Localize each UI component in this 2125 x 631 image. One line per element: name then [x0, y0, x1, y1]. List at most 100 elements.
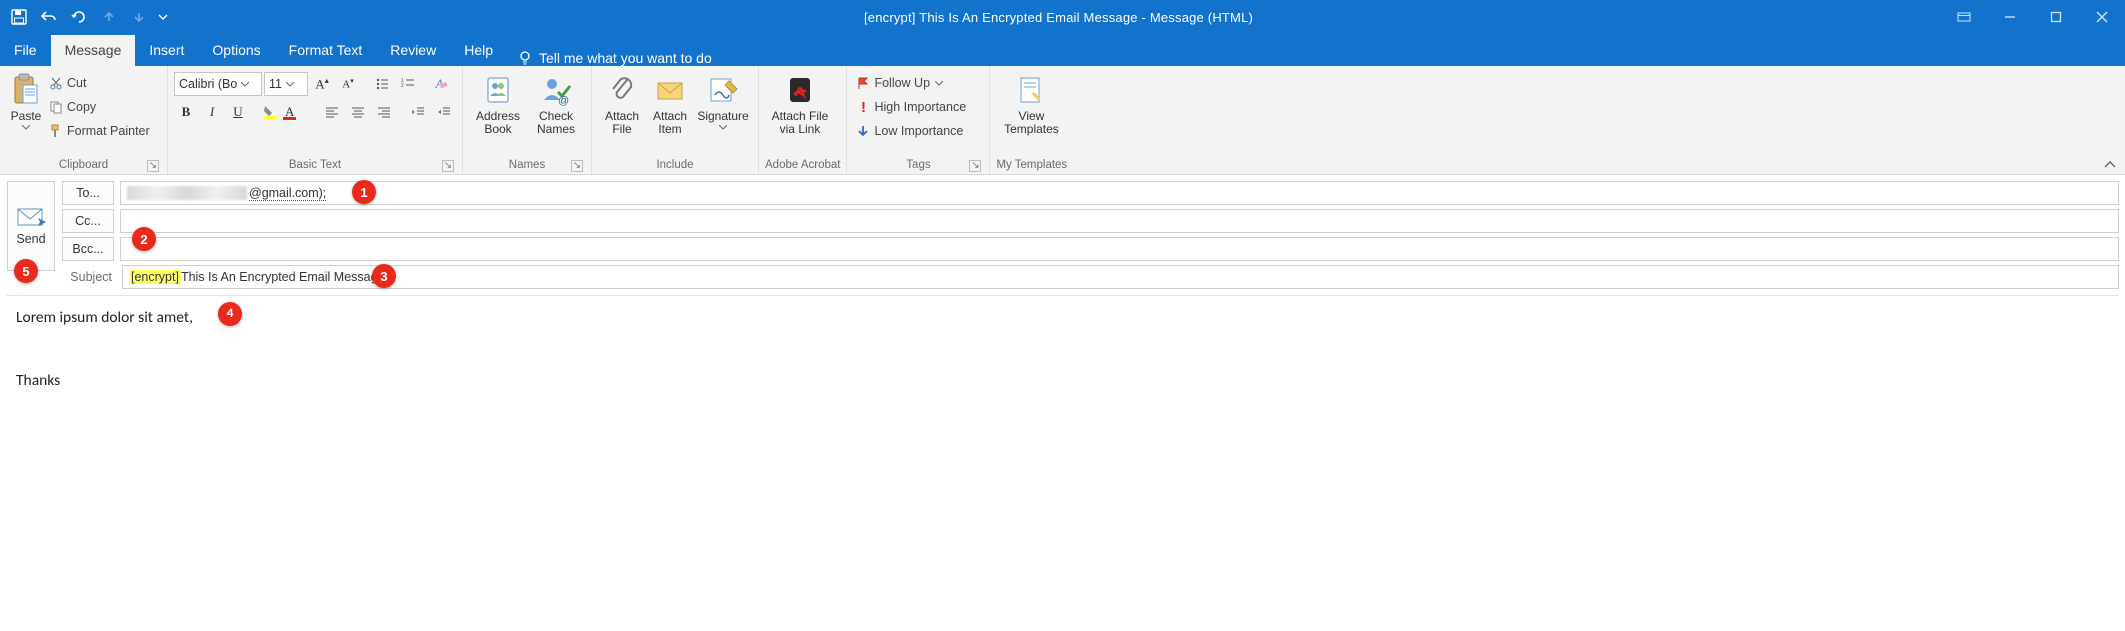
redo-icon[interactable]	[66, 4, 92, 30]
body-line: Thanks	[16, 371, 2109, 392]
tab-insert[interactable]: Insert	[135, 35, 198, 66]
next-item-icon	[126, 4, 152, 30]
send-button[interactable]: Send	[7, 181, 55, 271]
subject-field[interactable]: [encrypt] This Is An Encrypted Email Mes…	[122, 265, 2119, 289]
highlight-button[interactable]	[258, 100, 282, 124]
chevron-down-icon	[286, 82, 294, 87]
scissors-icon	[48, 75, 64, 91]
bold-button[interactable]: B	[174, 100, 198, 124]
grow-font-button[interactable]: A▴	[310, 72, 334, 96]
tab-message[interactable]: Message	[51, 35, 136, 66]
subject-label: Subject	[62, 270, 116, 284]
attach-via-link-button[interactable]: Attach File via Link	[765, 70, 835, 136]
quick-access-toolbar	[0, 4, 176, 30]
tell-me-label: Tell me what you want to do	[539, 50, 712, 66]
save-icon[interactable]	[6, 4, 32, 30]
to-field[interactable]: @gmail.com);	[120, 181, 2119, 205]
bcc-field[interactable]	[120, 237, 2119, 261]
annotation-5: 5	[14, 259, 38, 283]
follow-up-button[interactable]: Follow Up	[853, 72, 945, 94]
increase-indent-button[interactable]	[432, 100, 456, 124]
font-size-selector[interactable]: 11	[264, 72, 308, 96]
check-names-button[interactable]: @ Check Names	[527, 70, 585, 136]
tab-help[interactable]: Help	[450, 35, 507, 66]
font-color-button[interactable]: A	[284, 100, 308, 124]
send-label: Send	[16, 232, 45, 246]
attach-item-label: Attach Item	[653, 110, 687, 136]
format-painter-button[interactable]: Format Painter	[46, 120, 152, 142]
to-button[interactable]: To...	[62, 181, 114, 205]
maximize-icon[interactable]	[2033, 0, 2079, 34]
view-templates-button[interactable]: View Templates	[996, 70, 1066, 136]
previous-item-icon	[96, 4, 122, 30]
align-left-button[interactable]	[320, 100, 344, 124]
clear-formatting-button[interactable]: A	[430, 72, 454, 96]
tab-file[interactable]: File	[0, 35, 51, 66]
cut-button[interactable]: Cut	[46, 72, 152, 94]
view-templates-label: View Templates	[1004, 110, 1059, 136]
decrease-indent-button[interactable]	[406, 100, 430, 124]
bcc-button[interactable]: Bcc...	[62, 237, 114, 261]
send-icon	[16, 206, 46, 228]
body-line: Lorem ipsum dolor sit amet,	[16, 308, 2109, 329]
chevron-down-icon	[719, 125, 727, 130]
clipboard-group-label: Clipboard	[59, 159, 108, 171]
attach-file-label: Attach File	[605, 110, 639, 136]
tab-format text[interactable]: Format Text	[275, 35, 377, 66]
to-value: @gmail.com);	[249, 186, 326, 201]
close-icon[interactable]	[2079, 0, 2125, 34]
paste-button[interactable]: Paste	[6, 70, 46, 130]
templates-group-label: My Templates	[996, 159, 1067, 171]
font-name: Calibri (Bo	[179, 77, 237, 91]
attach-item-icon	[654, 72, 686, 108]
follow-up-label: Follow Up	[874, 76, 930, 90]
undo-icon[interactable]	[36, 4, 62, 30]
cc-field[interactable]	[120, 209, 2119, 233]
window-title: [encrypt] This Is An Encrypted Email Mes…	[176, 10, 1941, 25]
paste-icon	[11, 72, 41, 108]
collapse-ribbon-icon[interactable]	[2103, 160, 2117, 170]
message-body[interactable]: Lorem ipsum dolor sit amet, Thanks 4	[6, 295, 2119, 490]
underline-button[interactable]: U	[226, 100, 250, 124]
copy-button[interactable]: Copy	[46, 96, 152, 118]
dialog-launcher-icon[interactable]: ↘	[442, 160, 454, 172]
signature-button[interactable]: Signature	[694, 70, 752, 130]
italic-button[interactable]: I	[200, 100, 224, 124]
bullets-button[interactable]	[370, 72, 394, 96]
annotation-2: 2	[132, 227, 156, 251]
tab-review[interactable]: Review	[376, 35, 450, 66]
names-group-label: Names	[509, 159, 545, 171]
tags-group-label: Tags	[906, 159, 930, 171]
dialog-launcher-icon[interactable]: ↘	[147, 160, 159, 172]
qat-customize-icon[interactable]	[156, 4, 170, 30]
dialog-launcher-icon[interactable]: ↘	[571, 160, 583, 172]
numbering-button[interactable]: 12	[396, 72, 420, 96]
group-include: Attach File Attach Item Signature Includ…	[592, 66, 759, 174]
annotation-1: 1	[352, 180, 376, 204]
attach-file-button[interactable]: Attach File	[598, 70, 646, 136]
exclamation-icon: !	[855, 99, 871, 115]
attach-item-button[interactable]: Attach Item	[646, 70, 694, 136]
group-names: Address Book @ Check Names Names ↘	[463, 66, 592, 174]
cc-button[interactable]: Cc...	[62, 209, 114, 233]
paste-label: Paste	[11, 110, 42, 123]
window-controls	[1941, 0, 2125, 34]
shrink-font-button[interactable]: A▾	[336, 72, 360, 96]
ribbon-tabs: FileMessageInsertOptionsFormat TextRevie…	[0, 34, 2125, 66]
acrobat-group-label: Adobe Acrobat	[765, 159, 840, 171]
low-importance-button[interactable]: Low Importance	[853, 120, 965, 142]
ribbon-display-icon[interactable]	[1941, 0, 1987, 34]
signature-label: Signature	[697, 110, 748, 123]
chevron-down-icon	[935, 81, 943, 86]
dialog-launcher-icon[interactable]: ↘	[969, 160, 981, 172]
format-painter-label: Format Painter	[67, 124, 150, 138]
font-selector[interactable]: Calibri (Bo	[174, 72, 262, 96]
address-book-button[interactable]: Address Book	[469, 70, 527, 136]
high-importance-button[interactable]: !High Importance	[853, 96, 968, 118]
tell-me[interactable]: Tell me what you want to do	[507, 50, 722, 66]
minimize-icon[interactable]	[1987, 0, 2033, 34]
align-center-button[interactable]	[346, 100, 370, 124]
align-right-button[interactable]	[372, 100, 396, 124]
low-importance-label: Low Importance	[874, 124, 963, 138]
tab-options[interactable]: Options	[198, 35, 274, 66]
